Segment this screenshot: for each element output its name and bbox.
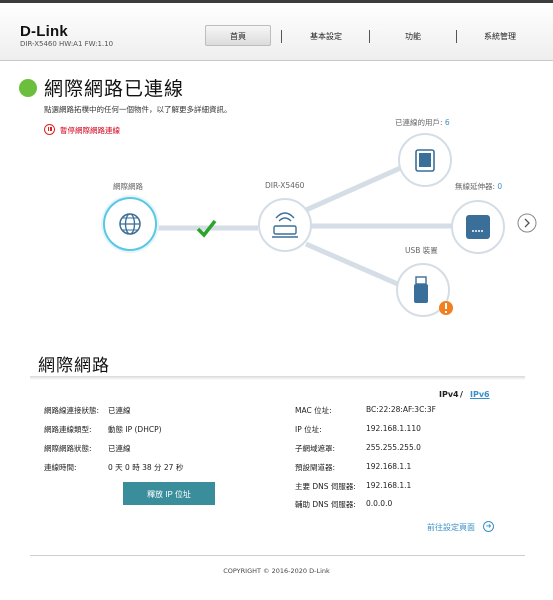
globe-icon[interactable] xyxy=(101,195,159,253)
clients-count[interactable]: 6 xyxy=(445,118,450,127)
nav-settings[interactable]: 基本設定 xyxy=(291,31,361,42)
clients-label: 已連線的用戶: xyxy=(395,118,443,127)
release-ip-button[interactable]: 釋放 IP 位址 xyxy=(123,482,215,505)
ipv-separator: / xyxy=(460,390,463,399)
nav-home[interactable]: 首頁 xyxy=(205,31,271,42)
section-divider xyxy=(30,376,525,380)
uptime-label: 連線時間: xyxy=(44,463,77,472)
usb-node-label: USB 裝置 xyxy=(405,246,438,255)
ip-label: IP 位址: xyxy=(295,425,322,434)
router-icon[interactable] xyxy=(258,198,312,252)
cable-status-value: 已連線 xyxy=(108,406,131,415)
nav-management[interactable]: 系統管理 xyxy=(465,31,535,42)
nav-divider xyxy=(281,30,282,43)
extender-icon[interactable] xyxy=(451,200,505,254)
warning-icon xyxy=(439,301,453,315)
footer-divider xyxy=(30,555,525,556)
extender-count[interactable]: 0 xyxy=(497,182,502,191)
extender-label: 無線延伸器: xyxy=(455,182,496,191)
router-node-label: DIR-X5460 xyxy=(265,181,305,190)
gateway-label: 預設閘道器: xyxy=(295,463,336,472)
secondary-dns-value: 0.0.0.0 xyxy=(366,499,393,508)
tablet-icon[interactable] xyxy=(398,133,452,187)
arrow-right-icon[interactable]: ➜ xyxy=(483,521,494,532)
clients-node-label: 已連線的用戶: 6 xyxy=(395,117,450,128)
goto-settings-link[interactable]: 前往設定頁面 xyxy=(427,522,475,533)
connection-type-value: 動態 IP (DHCP) xyxy=(108,425,162,434)
uptime-value: 0 天 0 時 38 分 27 秒 xyxy=(108,463,184,472)
nav-divider xyxy=(456,30,457,43)
nav-divider xyxy=(369,30,370,43)
primary-dns-value: 192.168.1.1 xyxy=(366,481,412,490)
cable-status-label: 網路線連接狀態: xyxy=(44,406,100,415)
extender-node-label: 無線延伸器: 0 xyxy=(455,181,502,192)
secondary-dns-label: 輔助 DNS 伺服器: xyxy=(295,500,356,509)
nav-features[interactable]: 功能 xyxy=(378,31,448,42)
status-title: 網際網路已連線 xyxy=(44,78,185,100)
ip-value: 192.168.1.110 xyxy=(366,424,421,433)
header: D-Link DIR-X5460 HW:A1 FW:1.10 首頁 基本設定 功… xyxy=(0,3,553,61)
internet-node-label: 網際網路 xyxy=(113,182,143,191)
mac-value: BC:22:28:AF:3C:3F xyxy=(366,405,436,414)
dlink-logo: D-Link xyxy=(20,23,68,40)
copyright: COPYRIGHT © 2016-2020 D-Link xyxy=(223,567,330,575)
chevron-right-icon[interactable] xyxy=(517,213,537,233)
primary-dns-label: 主要 DNS 伺服器: xyxy=(295,482,356,491)
ipv6-tab[interactable]: IPv6 xyxy=(470,390,490,399)
internet-status-value: 已連線 xyxy=(108,444,131,453)
status-indicator-icon xyxy=(19,79,37,97)
model-info: DIR-X5460 HW:A1 FW:1.10 xyxy=(20,40,114,48)
connection-type-label: 網路連線類型: xyxy=(44,425,92,434)
internet-status-label: 網際網路狀態: xyxy=(44,444,92,453)
ipv4-tab[interactable]: IPv4 xyxy=(439,390,459,399)
section-title: 網際網路 xyxy=(38,356,110,376)
mac-label: MAC 位址: xyxy=(295,406,332,415)
gateway-value: 192.168.1.1 xyxy=(366,462,412,471)
network-topology xyxy=(101,133,537,317)
subnet-label: 子網域遮罩: xyxy=(295,444,336,453)
subnet-value: 255.255.255.0 xyxy=(366,443,421,452)
